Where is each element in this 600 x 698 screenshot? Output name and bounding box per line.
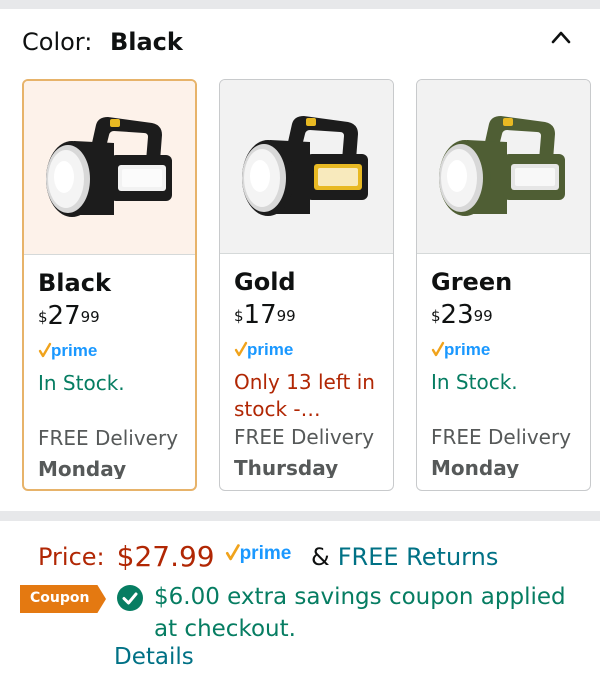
check-circle-icon [116,584,144,616]
coupon-badge: Coupon [20,585,106,613]
variant-image-black [24,81,195,255]
svg-text:prime: prime [247,340,293,359]
variant-image-green [417,80,590,254]
flashlight-image [242,116,368,216]
flashlight-image [46,117,172,217]
selected-color-value: Black [109,28,183,56]
variant-card-gold[interactable]: Gold $1799 prime Only 13 left in stock -… [219,79,394,491]
svg-text:prime: prime [239,543,291,564]
stock-status: Only 13 left in stock -… [234,370,375,421]
delivery-label: FREE Delivery [431,425,572,449]
variant-name: Gold [234,268,296,296]
delivery-day: Monday [431,456,520,478]
stock-status: In Stock. [38,371,125,395]
delivery-day: Thursday [234,456,339,478]
chevron-up-icon[interactable] [550,28,572,46]
price-row: Price: $27.99 prime & FREE Returns [38,540,498,573]
variant-name: Black [38,269,111,297]
coupon-details-link[interactable]: Details [114,644,194,670]
prime-logo: prime [38,340,108,366]
svg-text:prime: prime [51,341,97,360]
color-label: Color: [22,28,93,56]
price-value: $27.99 [116,540,215,573]
prime-logo: prime [234,339,304,365]
variant-name: Green [431,268,513,296]
delivery-label: FREE Delivery [38,426,179,450]
ampersand: & [311,542,330,571]
stock-status: In Stock. [431,370,518,394]
svg-text:prime: prime [444,340,490,359]
variant-card-green[interactable]: Green $2399 prime In Stock. FREE Deliver… [416,79,591,491]
top-separator [0,0,600,9]
delivery-label: FREE Delivery [234,425,375,449]
variant-price: $2799 [38,301,100,331]
delivery-day: Monday [38,457,127,479]
price-label: Price: [38,542,105,571]
variant-price: $1799 [234,300,296,330]
color-selector-header: Color: Black [22,28,183,56]
flashlight-image [439,116,565,216]
coupon-message: $6.00 extra savings coupon applied at ch… [154,584,566,642]
section-separator [0,511,600,521]
prime-logo: prime [225,541,303,572]
variant-image-gold [220,80,393,254]
free-returns-link[interactable]: FREE Returns [338,543,499,571]
variant-price: $2399 [431,300,493,330]
prime-logo: prime [431,339,501,365]
variant-card-black[interactable]: Black $2799 prime In Stock. FREE Deliver… [22,79,197,491]
